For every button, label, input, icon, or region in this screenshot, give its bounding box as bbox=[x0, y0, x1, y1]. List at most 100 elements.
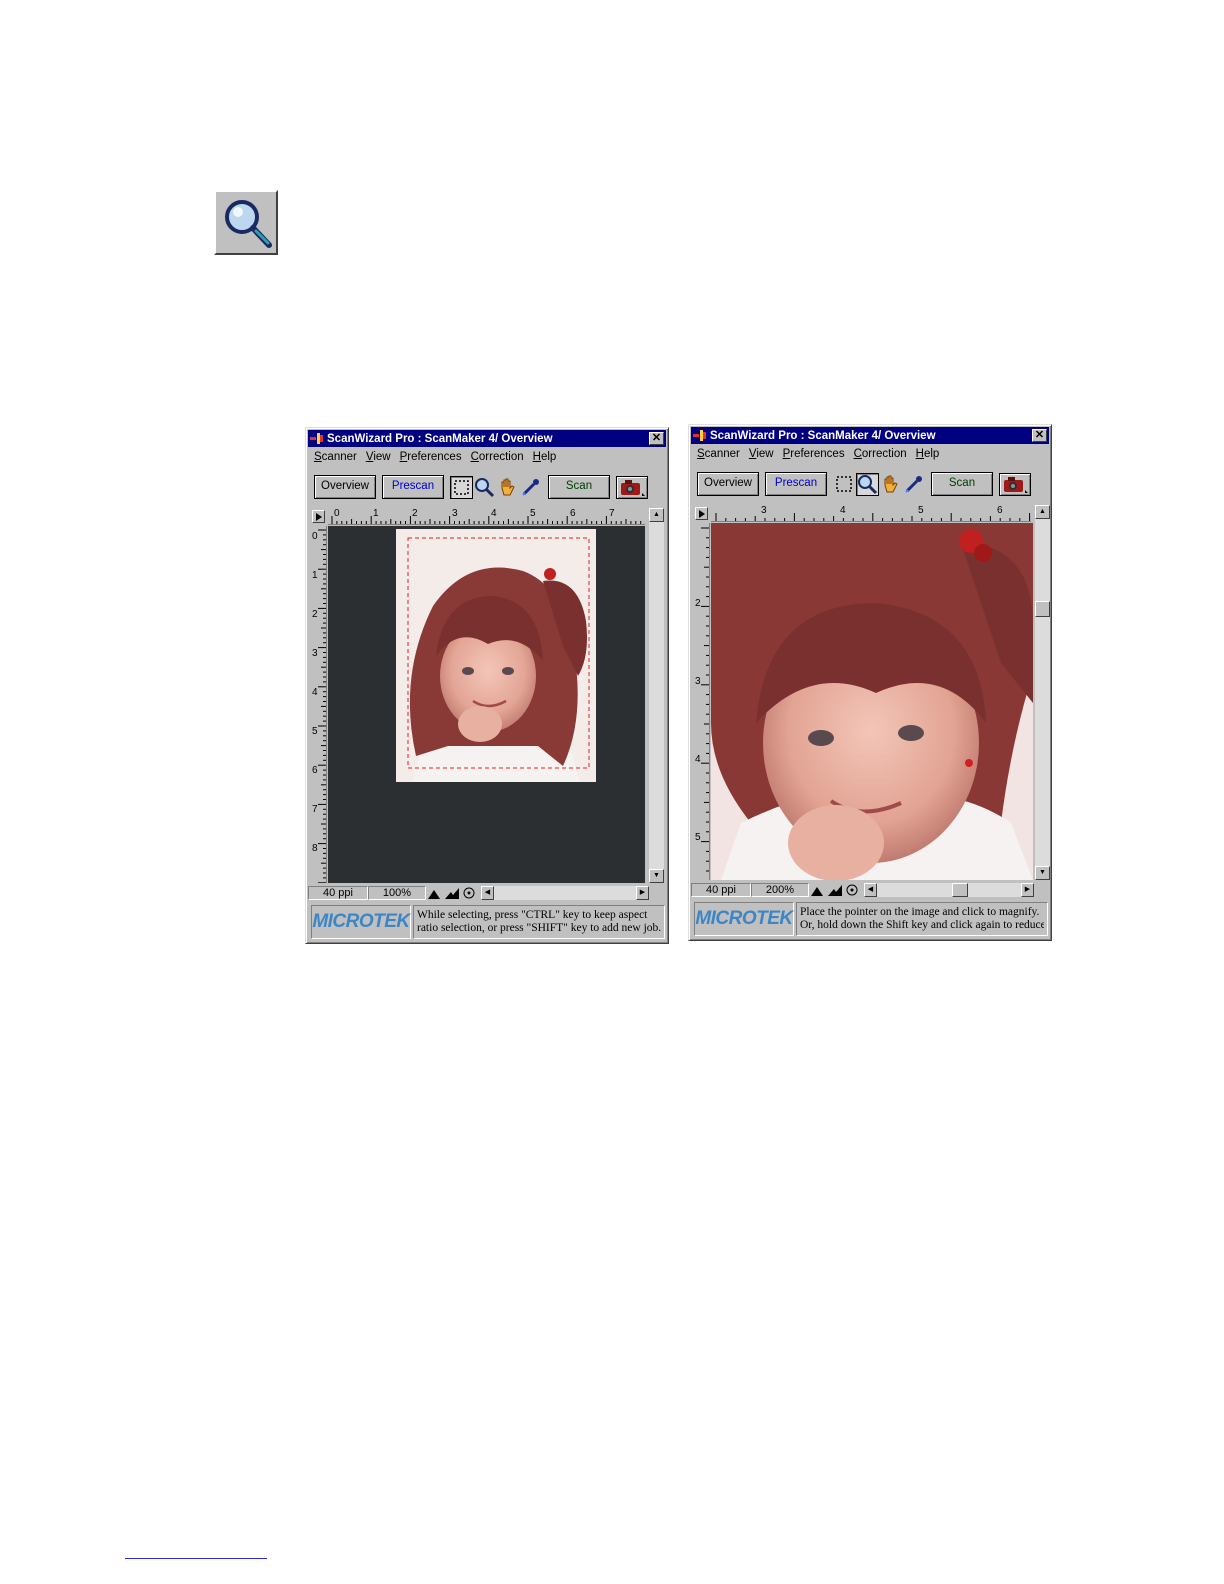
scan-preview-area[interactable] bbox=[328, 526, 645, 883]
hint-text: While selecting, press "CTRL" key to kee… bbox=[413, 905, 665, 939]
histogram-icons[interactable] bbox=[426, 886, 478, 900]
magnifier-icon bbox=[858, 475, 878, 495]
menu-bar: Scanner View Preferences Correction Help bbox=[312, 449, 563, 466]
eyedropper-tool[interactable] bbox=[902, 473, 925, 496]
menu-bar: Scanner View Preferences Correction Help bbox=[695, 446, 946, 463]
menu-preferences[interactable]: Preferences bbox=[781, 446, 852, 463]
vertical-scrollbar[interactable]: ▲ ▼ bbox=[1035, 505, 1050, 880]
hint-text: Place the pointer on the image and click… bbox=[796, 902, 1048, 936]
ruler-ticks bbox=[715, 513, 1031, 521]
ruler-label: 4 bbox=[840, 505, 846, 516]
window-title: ScanWizard Pro : ScanMaker 4/ Overview bbox=[710, 429, 936, 442]
scroll-up-button[interactable]: ▲ bbox=[1035, 505, 1050, 519]
ruler-unit-button[interactable] bbox=[695, 507, 708, 520]
ruler-label: 0 bbox=[334, 508, 340, 519]
ruler-label: 7 bbox=[312, 804, 318, 815]
camera-button[interactable] bbox=[999, 473, 1031, 496]
ruler-label: 4 bbox=[491, 508, 497, 519]
camera-icon bbox=[621, 480, 645, 496]
title-bar: ScanWizard Pro : ScanMaker 4/ Overview ✕ bbox=[691, 427, 1049, 444]
hint-line: While selecting, press "CTRL" key to kee… bbox=[417, 909, 648, 921]
menu-view[interactable]: View bbox=[747, 446, 781, 463]
ruler-label: 3 bbox=[452, 508, 458, 519]
zoom-field: 100% bbox=[368, 886, 426, 900]
scan-preview-area[interactable] bbox=[711, 523, 1033, 880]
select-tool[interactable] bbox=[450, 476, 473, 499]
menu-help[interactable]: Help bbox=[531, 449, 564, 466]
vertical-ruler: 0 1 2 3 4 5 6 7 8 bbox=[308, 526, 327, 883]
horizontal-scrollbar[interactable]: ◀ ▶ bbox=[864, 883, 1034, 897]
menu-correction[interactable]: Correction bbox=[469, 449, 531, 466]
scroll-right-button[interactable]: ▶ bbox=[636, 886, 649, 900]
scanwizard-window-overview-100: ScanWizard Pro : ScanMaker 4/ Overview ✕… bbox=[305, 427, 669, 944]
ruler-label: 1 bbox=[373, 508, 379, 519]
resolution-field: 40 ppi bbox=[308, 886, 368, 900]
resolution-field: 40 ppi bbox=[691, 883, 751, 897]
pan-tool[interactable] bbox=[496, 476, 519, 499]
ruler-label: 8 bbox=[312, 843, 318, 854]
vertical-scrollbar[interactable]: ▲ ▼ bbox=[649, 508, 664, 883]
close-button[interactable]: ✕ bbox=[1032, 429, 1047, 442]
histogram-icons[interactable] bbox=[809, 883, 861, 897]
scan-button[interactable]: Scan bbox=[548, 475, 610, 499]
close-button[interactable]: ✕ bbox=[649, 432, 664, 445]
menu-correction[interactable]: Correction bbox=[852, 446, 914, 463]
app-icon bbox=[693, 429, 707, 442]
scan-button[interactable]: Scan bbox=[931, 472, 993, 496]
play-arrow-icon bbox=[699, 510, 705, 518]
scroll-down-button[interactable]: ▼ bbox=[1035, 866, 1050, 880]
ruler-label: 2 bbox=[312, 609, 318, 620]
toolbar: Overview Prescan Scan bbox=[695, 470, 1047, 498]
menu-view[interactable]: View bbox=[364, 449, 398, 466]
zoom-tool[interactable] bbox=[856, 473, 879, 496]
scroll-left-button[interactable]: ◀ bbox=[481, 886, 494, 900]
zoom-tool-large-icon bbox=[214, 190, 278, 255]
horizontal-scrollbar[interactable]: ◀ ▶ bbox=[481, 886, 649, 900]
ruler-label: 2 bbox=[412, 508, 418, 519]
ruler-label: 6 bbox=[570, 508, 576, 519]
footnote-rule bbox=[125, 1558, 267, 1559]
hint-line: ratio selection, or press "SHIFT" key to… bbox=[417, 922, 661, 934]
ruler-label: 6 bbox=[997, 505, 1003, 516]
ruler-label: 5 bbox=[695, 832, 701, 843]
ruler-unit-button[interactable] bbox=[312, 510, 325, 523]
horizontal-scroll-thumb[interactable] bbox=[952, 883, 968, 897]
ruler-ticks bbox=[701, 527, 709, 872]
preview-photo-zoomed bbox=[711, 523, 1033, 880]
menu-preferences[interactable]: Preferences bbox=[398, 449, 469, 466]
menu-help[interactable]: Help bbox=[914, 446, 947, 463]
select-tool[interactable] bbox=[833, 473, 856, 496]
overview-button[interactable]: Overview bbox=[314, 475, 376, 499]
ruler-label: 2 bbox=[695, 598, 701, 609]
overview-button[interactable]: Overview bbox=[697, 472, 759, 496]
app-icon bbox=[310, 432, 324, 445]
marquee-select-icon bbox=[836, 476, 852, 492]
ruler-label: 0 bbox=[312, 531, 318, 542]
ruler-label: 5 bbox=[312, 726, 318, 737]
menu-scanner[interactable]: Scanner bbox=[312, 449, 364, 466]
hint-line: Place the pointer on the image and click… bbox=[800, 906, 1040, 918]
ruler-label: 4 bbox=[695, 754, 701, 765]
prescan-button[interactable]: Prescan bbox=[765, 472, 827, 496]
ruler-label: 3 bbox=[312, 648, 318, 659]
eyedropper-tool[interactable] bbox=[519, 476, 542, 499]
camera-button[interactable] bbox=[616, 476, 648, 499]
scroll-left-button[interactable]: ◀ bbox=[864, 883, 877, 897]
prescan-button[interactable]: Prescan bbox=[382, 475, 444, 499]
vertical-ruler: 2 3 4 5 bbox=[691, 523, 710, 880]
scroll-up-button[interactable]: ▲ bbox=[649, 508, 664, 522]
menu-scanner[interactable]: Scanner bbox=[695, 446, 747, 463]
ruler-label: 5 bbox=[530, 508, 536, 519]
marquee-select-icon bbox=[454, 480, 469, 495]
play-arrow-icon bbox=[316, 513, 322, 521]
zoom-field: 200% bbox=[751, 883, 809, 897]
scroll-down-button[interactable]: ▼ bbox=[649, 869, 664, 883]
scroll-right-button[interactable]: ▶ bbox=[1021, 883, 1034, 897]
camera-icon bbox=[1004, 477, 1028, 493]
zoom-tool[interactable] bbox=[473, 476, 496, 499]
hand-icon bbox=[884, 475, 898, 493]
vertical-scroll-thumb[interactable] bbox=[1035, 601, 1050, 617]
ruler-label: 3 bbox=[695, 676, 701, 687]
pan-tool[interactable] bbox=[879, 473, 902, 496]
eyedropper-icon bbox=[522, 479, 539, 496]
